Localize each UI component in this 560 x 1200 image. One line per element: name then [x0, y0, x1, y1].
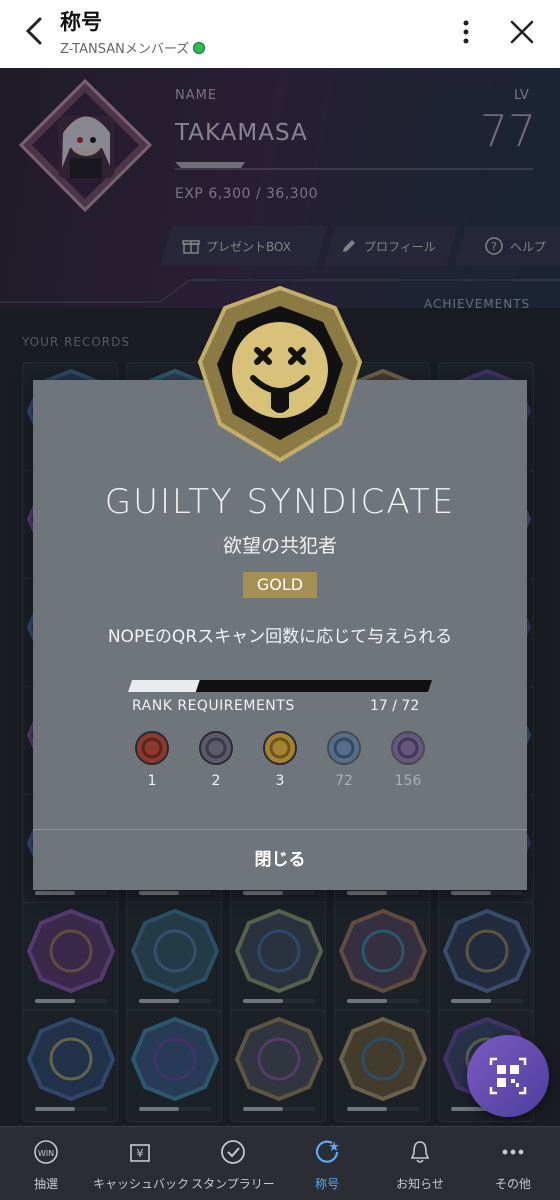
svg-text:WIN: WIN: [38, 1149, 54, 1158]
page-subtitle: Z-TANSANメンバーズ: [60, 38, 206, 57]
bell-icon: [410, 1141, 430, 1163]
rank-medal-icon: [199, 731, 233, 765]
rank-requirements-label: RANK REQUIREMENTS: [132, 698, 295, 714]
nav-item-win[interactable]: WIN 抽選: [0, 1127, 92, 1200]
nav-item-label: スタンプラリー: [191, 1177, 275, 1191]
nav-item-more-dots[interactable]: その他: [467, 1127, 559, 1200]
title-badge-icon: [315, 1140, 339, 1163]
rank-progress-bar: [128, 680, 432, 692]
qr-code-icon: [489, 1057, 527, 1095]
rank-medal-icon: [391, 731, 425, 765]
member-badge-icon: [193, 41, 206, 54]
nav-item-label: 抽選: [33, 1177, 58, 1191]
more-dots-icon: [502, 1149, 524, 1155]
nav-item-label: 称号: [314, 1177, 339, 1191]
nav-item-cashback[interactable]: ¥ キャッシュバック: [93, 1127, 190, 1200]
page-title: 称号: [60, 10, 102, 34]
modal-subtitle: 欲望の共犯者: [222, 535, 337, 557]
nav-item-label: その他: [494, 1177, 531, 1191]
modal-title: GUILTY SYNDICATE: [104, 482, 456, 522]
rank-threshold-label: 2: [211, 773, 221, 789]
cashback-icon: ¥: [130, 1144, 150, 1162]
svg-text:¥: ¥: [137, 1147, 144, 1160]
kebab-menu-icon[interactable]: [456, 16, 476, 48]
rank-count: 17 / 72: [370, 698, 420, 714]
stamp-check-icon: [221, 1140, 245, 1164]
smiley-medal-icon: [197, 285, 363, 463]
rank-medal-icon: [263, 731, 297, 765]
close-icon[interactable]: [506, 16, 538, 48]
nav-item-label: キャッシュバック: [93, 1177, 190, 1191]
nav-item-title-badge[interactable]: 称号: [281, 1127, 373, 1200]
rank-badge: GOLD: [243, 572, 317, 598]
rank-threshold-label: 3: [275, 773, 285, 789]
rank-medal-icon: [327, 731, 361, 765]
back-arrow-icon[interactable]: [18, 14, 52, 48]
nav-item-label: お知らせ: [396, 1177, 444, 1191]
rank-medal-icon: [135, 731, 169, 765]
close-button[interactable]: 閉じる: [33, 830, 527, 890]
nav-item-stamp-check[interactable]: スタンプラリー: [187, 1127, 279, 1200]
members-label: Z-TANSANメンバーズ: [60, 42, 190, 57]
rank-threshold-label: 156: [394, 773, 422, 789]
modal-description: NOPEのQRスキャン回数に応じて与えられる: [107, 627, 453, 647]
app-bar: 称号 Z-TANSANメンバーズ: [0, 0, 560, 68]
rank-threshold-label: 1: [147, 773, 157, 789]
qr-scan-button[interactable]: [467, 1035, 549, 1117]
rank-threshold-label: 72: [335, 773, 353, 789]
bottom-nav: WIN 抽選 ¥ キャッシュバック スタンプラリー 称号 お知らせ その他: [0, 1126, 560, 1200]
nav-item-bell[interactable]: お知らせ: [374, 1127, 466, 1200]
win-icon: WIN: [34, 1140, 58, 1164]
app-root: 称号 Z-TANSANメンバーズ NAME LV TAKAMASA 77 EXP…: [0, 0, 560, 1200]
